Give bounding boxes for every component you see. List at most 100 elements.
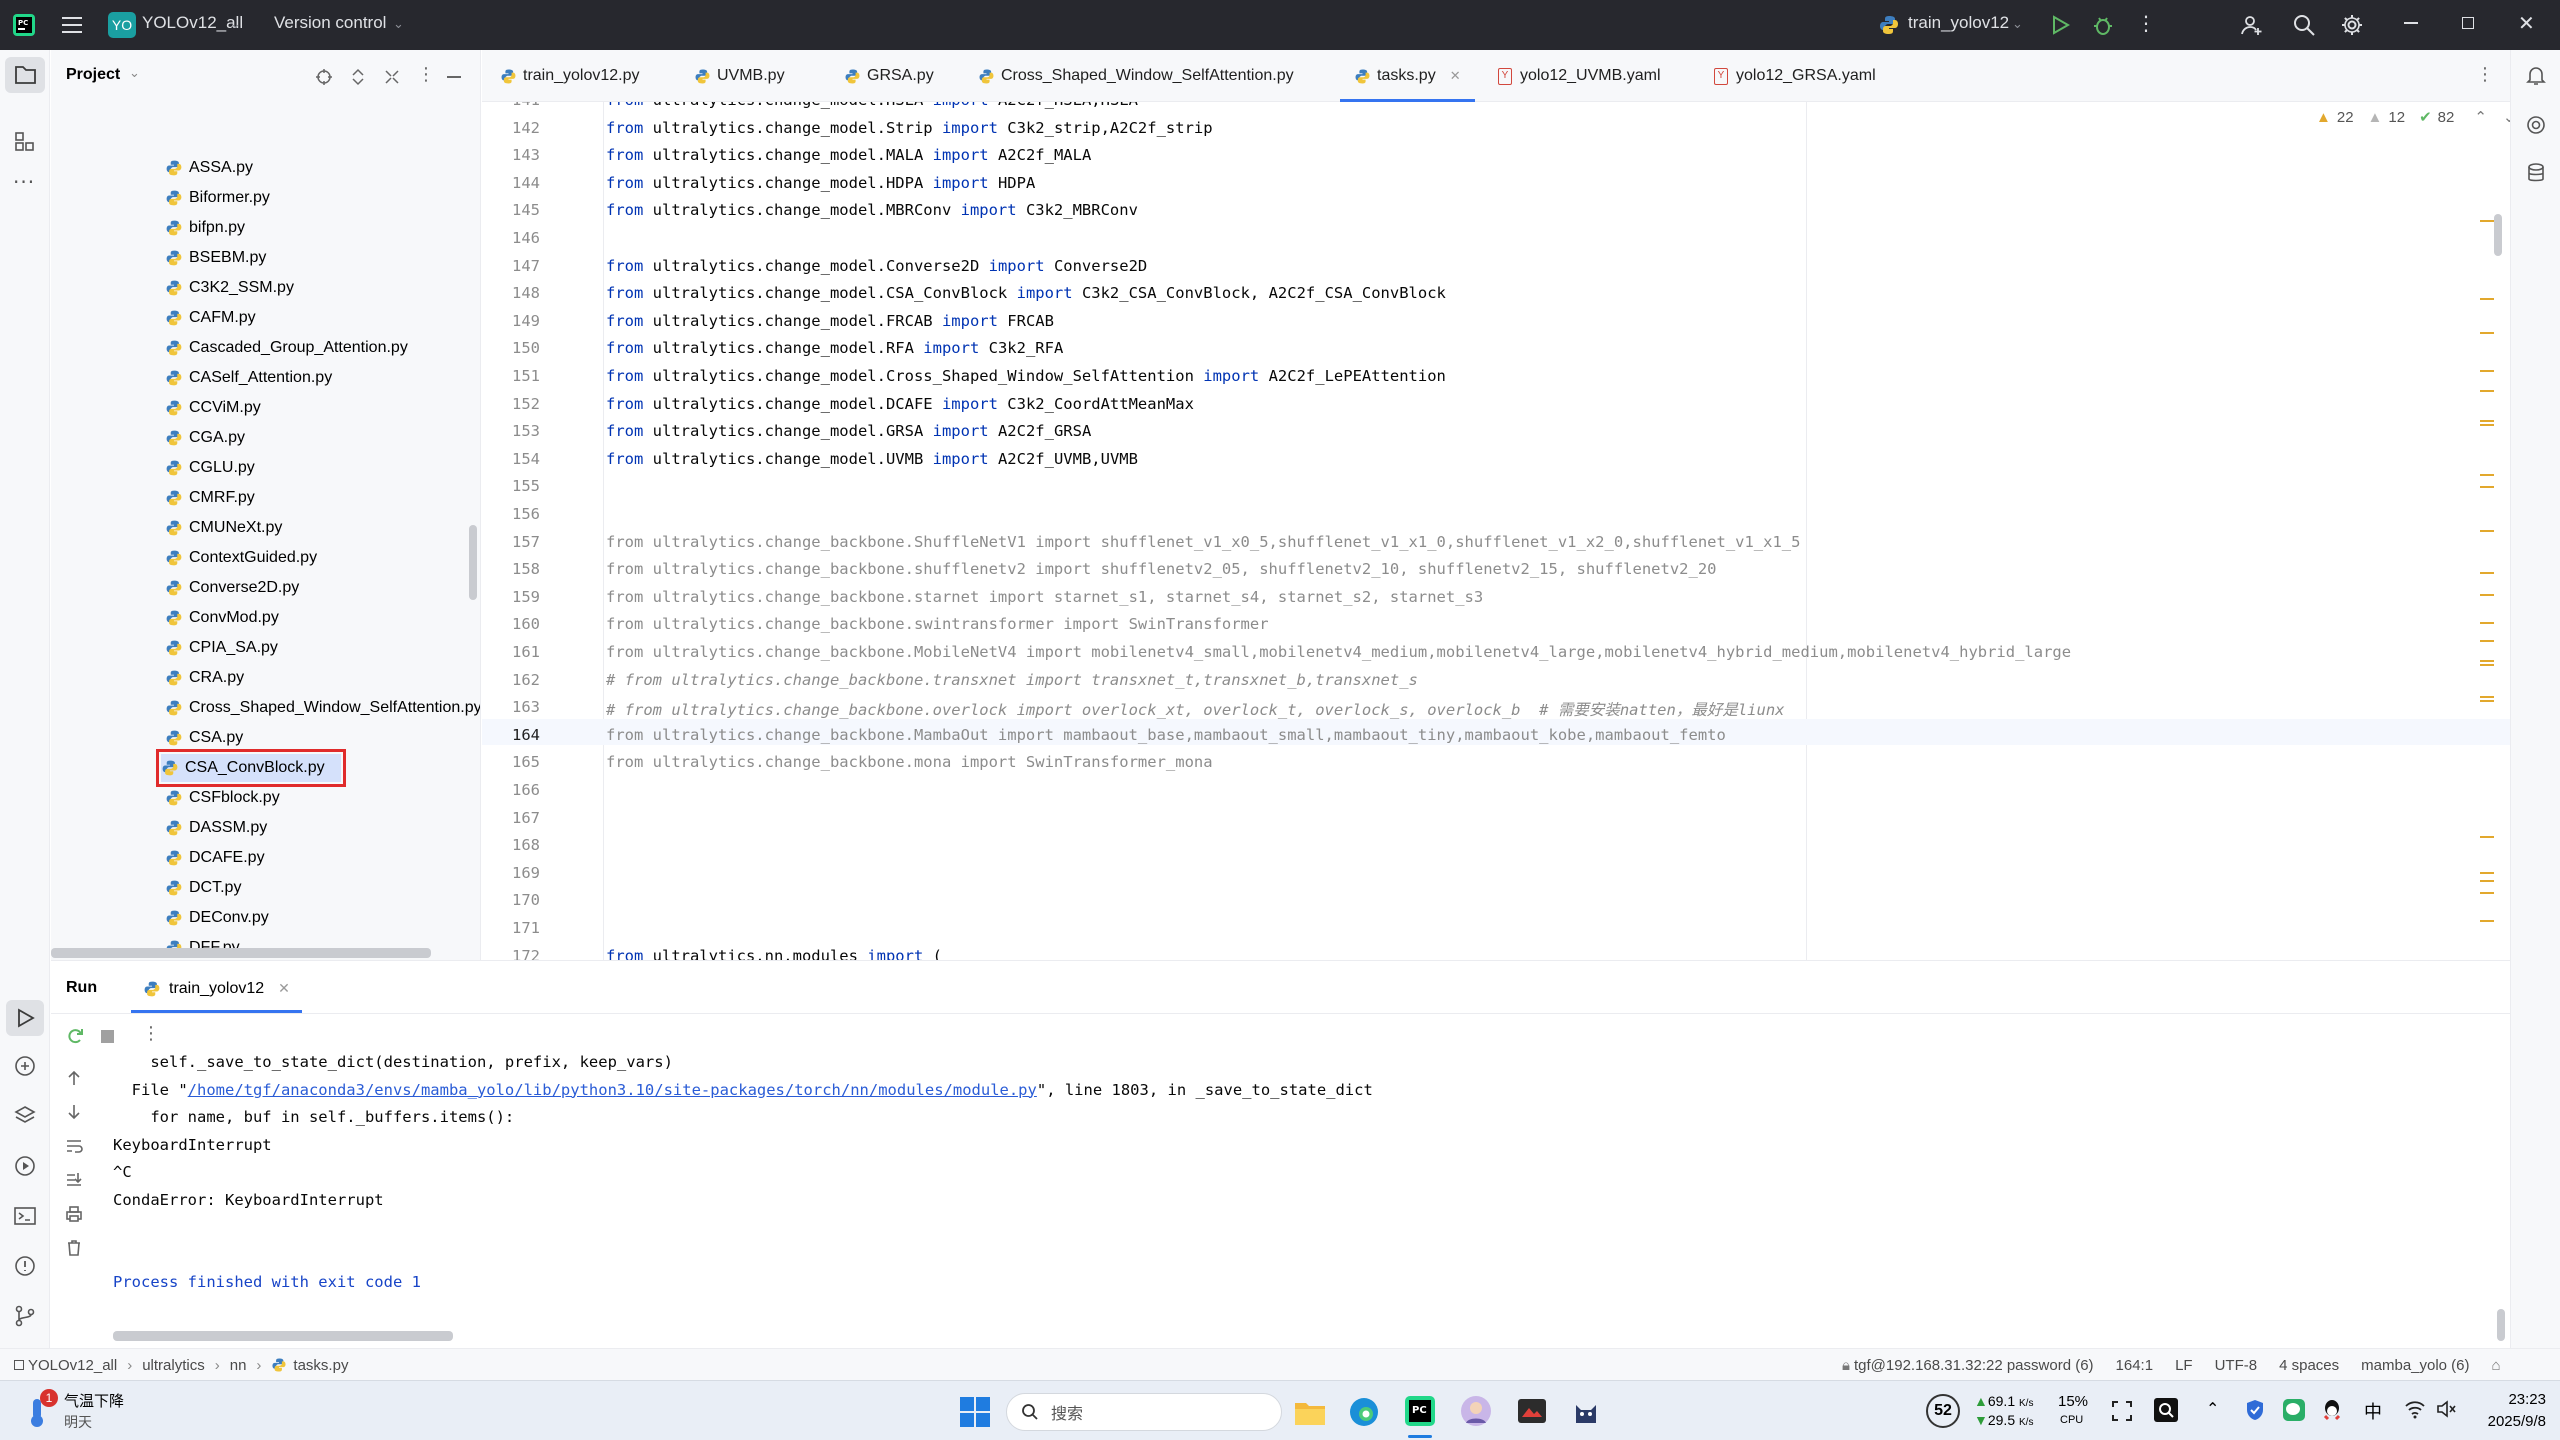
- warning-stripe-mark[interactable]: [2480, 892, 2494, 894]
- soft-wrap-icon[interactable]: [65, 1137, 83, 1155]
- file-tree-item[interactable]: CASelf_Attention.py: [165, 364, 332, 392]
- search-icon[interactable]: [2292, 13, 2316, 37]
- inspection-widget[interactable]: ▲ 22 ▲ 12 ✔ 82 ⌃ ⌄: [2316, 108, 2510, 127]
- file-tree-item[interactable]: CAFM.py: [165, 304, 256, 332]
- warning-stripe-mark[interactable]: [2480, 594, 2494, 596]
- close-tab-icon[interactable]: ✕: [278, 980, 290, 997]
- breadcrumb-item[interactable]: tasks.py: [271, 1357, 348, 1374]
- warning-stripe-mark[interactable]: [2480, 530, 2494, 532]
- file-tree-item[interactable]: DCAFE.py: [165, 844, 265, 872]
- warning-stripe-mark[interactable]: [2480, 920, 2494, 922]
- editor-tab[interactable]: UVMB.py: [694, 50, 785, 102]
- project-pane-title[interactable]: Project: [66, 66, 120, 84]
- pycharm-taskbar-icon[interactable]: PC: [1404, 1395, 1436, 1427]
- volume-icon[interactable]: [2436, 1399, 2458, 1419]
- warning-stripe-mark[interactable]: [2480, 420, 2494, 422]
- database-icon[interactable]: [2525, 162, 2547, 184]
- avatar-app-icon[interactable]: [1460, 1395, 1492, 1427]
- code-line[interactable]: # from ultralytics.change_backbone.overl…: [606, 698, 1785, 720]
- code-line[interactable]: from ultralytics.change_model.UVMB impor…: [606, 450, 1138, 468]
- edge-browser-icon[interactable]: [1348, 1396, 1380, 1428]
- settings-gear-icon[interactable]: [2340, 13, 2364, 37]
- project-badge[interactable]: YO: [108, 12, 136, 38]
- warning-stripe-mark[interactable]: [2480, 424, 2494, 426]
- expand-all-icon[interactable]: [349, 68, 367, 86]
- stop-icon[interactable]: [101, 1030, 114, 1043]
- collapse-all-icon[interactable]: [383, 68, 401, 86]
- print-icon[interactable]: [65, 1205, 83, 1223]
- file-explorer-icon[interactable]: [1294, 1397, 1326, 1427]
- indent-setting[interactable]: 4 spaces: [2279, 1357, 2339, 1374]
- warning-stripe-mark[interactable]: [2480, 474, 2494, 476]
- locate-file-icon[interactable]: [315, 68, 333, 86]
- file-tree-item[interactable]: CMUNeXt.py: [165, 514, 282, 542]
- warning-stripe-mark[interactable]: [2480, 700, 2494, 702]
- warning-stripe-mark[interactable]: [2480, 622, 2494, 624]
- code-line[interactable]: from ultralytics.change_model.MBRConv im…: [606, 201, 1138, 219]
- debug-icon[interactable]: [2092, 14, 2114, 36]
- code-line[interactable]: from ultralytics.change_model.Cross_Shap…: [606, 367, 1446, 385]
- minimize-button[interactable]: [2404, 22, 2418, 24]
- file-tree-item[interactable]: CSFblock.py: [165, 784, 280, 812]
- vertical-scrollbar[interactable]: [469, 525, 477, 600]
- code-editor[interactable]: 141 from ultralytics.change_model.HSLA im…: [482, 102, 2510, 960]
- file-tree-item[interactable]: ConvMod.py: [165, 604, 279, 632]
- remote-host[interactable]: 🔒︎ tgf@192.168.31.32:22 password (6): [1842, 1357, 2094, 1374]
- services-icon[interactable]: [13, 1154, 37, 1178]
- run-icon[interactable]: [2050, 15, 2070, 35]
- editor-tab[interactable]: Cross_Shaped_Window_SelfAttention.py: [978, 50, 1294, 102]
- editor-tab[interactable]: Yyolo12_GRSA.yaml: [1714, 50, 1876, 102]
- next-highlight-icon[interactable]: ⌄: [2503, 108, 2510, 126]
- add-user-icon[interactable]: [2240, 13, 2264, 37]
- code-line[interactable]: from ultralytics.change_model.Converse2D…: [606, 257, 1147, 275]
- restore-button[interactable]: [2462, 17, 2474, 29]
- project-tool-button[interactable]: [5, 57, 45, 93]
- search-tool-icon[interactable]: [2154, 1398, 2178, 1422]
- problems-icon[interactable]: [13, 1254, 37, 1278]
- warning-stripe-mark[interactable]: [2480, 664, 2494, 666]
- console-vertical-scrollbar[interactable]: [2497, 1309, 2505, 1341]
- scroll-up-icon[interactable]: [65, 1069, 83, 1087]
- security-shield-icon[interactable]: [2244, 1398, 2266, 1422]
- file-tree-item[interactable]: Cross_Shaped_Window_SelfAttention.py: [165, 694, 480, 722]
- wechat-icon[interactable]: [2282, 1398, 2306, 1422]
- scroll-down-icon[interactable]: [65, 1103, 83, 1121]
- breadcrumb-item[interactable]: ultralytics: [142, 1357, 205, 1374]
- file-tree-item[interactable]: ASSA.py: [165, 154, 253, 182]
- editor-scrollbar[interactable]: [2494, 214, 2502, 256]
- layers-icon[interactable]: [13, 1104, 37, 1128]
- file-tree-item[interactable]: CCViM.py: [165, 394, 261, 422]
- hide-pane-icon[interactable]: [447, 76, 461, 78]
- console-horizontal-scrollbar[interactable]: [113, 1331, 453, 1341]
- code-line[interactable]: from ultralytics.change_model.GRSA impor…: [606, 422, 1091, 440]
- code-line[interactable]: from ultralytics.nn.modules import (: [606, 947, 942, 960]
- file-tree-item[interactable]: ContextGuided.py: [165, 544, 317, 572]
- warning-stripe-mark[interactable]: [2480, 298, 2494, 300]
- horizontal-scrollbar[interactable]: [51, 948, 431, 958]
- file-tree-item[interactable]: Biformer.py: [165, 184, 270, 212]
- vcs-menu[interactable]: Version control: [274, 13, 386, 33]
- file-tree-item[interactable]: CGA.py: [165, 424, 245, 452]
- file-tree-item[interactable]: DEConv.py: [165, 904, 269, 932]
- warning-stripe-mark[interactable]: [2480, 220, 2494, 222]
- run-tool-button[interactable]: [6, 1000, 44, 1036]
- file-tree-item[interactable]: CGLU.py: [165, 454, 255, 482]
- file-encoding[interactable]: UTF-8: [2215, 1357, 2258, 1374]
- code-line[interactable]: from ultralytics.change_model.CSA_ConvBl…: [606, 284, 1446, 302]
- weather-title[interactable]: 气温下降: [64, 1390, 124, 1411]
- read-only-lock-icon[interactable]: ⌂: [2492, 1357, 2501, 1374]
- code-line[interactable]: from ultralytics.change_backbone.MambaOu…: [606, 726, 1726, 744]
- taskbar-search-box[interactable]: 搜索: [1006, 1393, 1282, 1431]
- more-tools-icon[interactable]: ···: [13, 170, 35, 194]
- pycharm-logo-icon[interactable]: PC: [12, 13, 36, 37]
- rerun-icon[interactable]: [65, 1026, 85, 1046]
- ime-indicator[interactable]: 中: [2364, 1398, 2382, 1424]
- code-line[interactable]: from ultralytics.change_backbone.shuffle…: [606, 560, 1716, 578]
- caret-position[interactable]: 164:1: [2116, 1357, 2154, 1374]
- warning-stripe-mark[interactable]: [2480, 370, 2494, 372]
- line-separator[interactable]: LF: [2175, 1357, 2193, 1374]
- breadcrumb-item[interactable]: nn: [230, 1357, 247, 1374]
- trash-icon[interactable]: [65, 1239, 83, 1257]
- editor-tab[interactable]: tasks.py ✕: [1340, 50, 1475, 102]
- structure-icon[interactable]: [13, 130, 37, 154]
